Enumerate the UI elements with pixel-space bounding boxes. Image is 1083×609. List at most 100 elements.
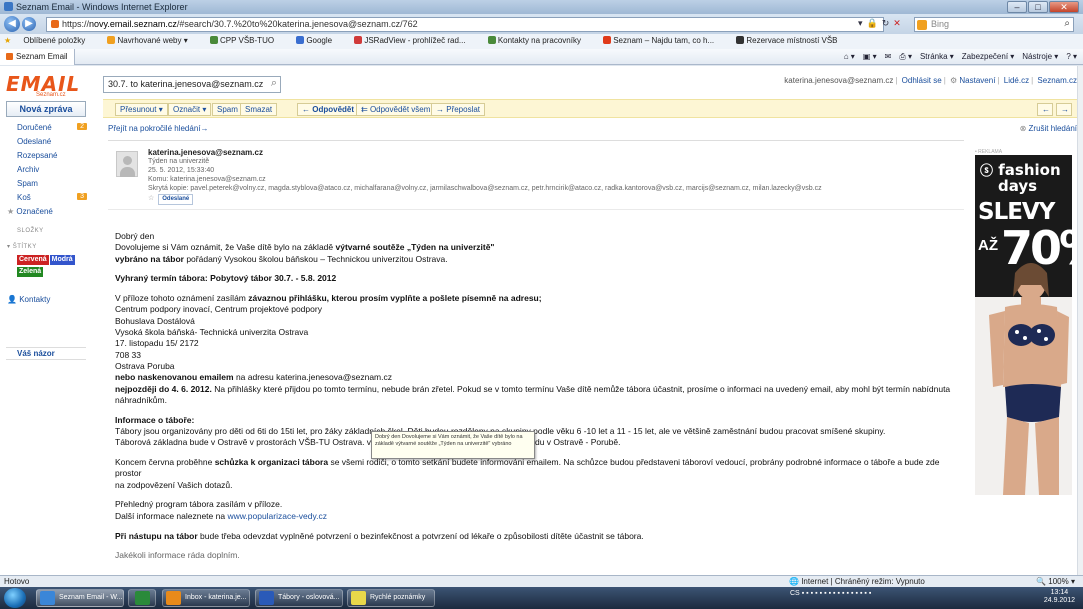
search-value: 30.7. to katerina.jenesova@seznam.cz	[108, 79, 264, 89]
cmd-security[interactable]: Zabezpečení ▾	[962, 52, 1015, 62]
advanced-search-link[interactable]: Přejít na pokročilé hledání→	[108, 124, 209, 133]
mail-search-input[interactable]: 30.7. to katerina.jenesova@seznam.cz ⌕	[103, 76, 281, 93]
trash-count-badge: 3	[77, 193, 87, 200]
favorite-google[interactable]: Google	[296, 36, 342, 45]
task-ie[interactable]: Seznam Email - W...	[36, 589, 124, 607]
print-icon[interactable]: ⎙ ▾	[899, 52, 912, 62]
folder-trash[interactable]: Koš 3	[17, 193, 87, 202]
bing-search-box[interactable]: Bing ⌕	[914, 17, 1074, 32]
help-icon[interactable]: ? ▾	[1066, 52, 1077, 62]
suggested-sites-icon	[107, 36, 116, 44]
email-logo[interactable]: EMAIL Seznam.cz	[6, 72, 82, 98]
home-icon[interactable]: ⌂ ▾	[844, 52, 855, 62]
lide-link[interactable]: Lidé.cz	[1004, 76, 1029, 85]
task-sticky-notes[interactable]: Rychlé poznámky	[347, 589, 435, 607]
body-more-info: Další informace naleznete na www.popular…	[115, 510, 327, 521]
reply-button[interactable]: ← Odpovědět	[297, 103, 360, 116]
folder-inbox[interactable]: Doručené 2	[17, 123, 87, 132]
page-icon	[354, 36, 363, 44]
new-mail-button[interactable]: Nová zpráva	[6, 101, 86, 117]
feedback-link[interactable]: Váš názor	[6, 347, 86, 360]
close-window-button[interactable]: ✕	[1049, 1, 1079, 13]
globe-icon: 🌐	[789, 577, 799, 586]
cmd-tools[interactable]: Nástroje ▾	[1022, 52, 1058, 62]
dropdown-icon[interactable]: ▾	[858, 18, 863, 29]
sender[interactable]: katerina.jenesova@seznam.cz	[148, 148, 958, 157]
lock-icon[interactable]: 🔒	[867, 18, 878, 29]
forward-icon[interactable]: ▶	[22, 17, 36, 31]
stop-icon[interactable]: ✕	[893, 18, 901, 29]
settings-link[interactable]: Nastavení	[959, 76, 995, 85]
mail-icon[interactable]: ✉	[885, 52, 892, 62]
search-icon[interactable]: ⌕	[271, 77, 277, 90]
section-labels[interactable]: ▾ ŠTÍTKY	[7, 243, 37, 250]
back-icon[interactable]: ◀	[4, 16, 20, 32]
folder-archive[interactable]: Archiv	[17, 165, 87, 174]
favorite-kontakty[interactable]: Kontakty na pracovníky	[487, 36, 591, 45]
feeds-icon[interactable]: ▣ ▾	[863, 52, 877, 62]
body-addr-line: Vysoká škola báňská- Technická univerzit…	[115, 327, 309, 338]
search-icon[interactable]: ⌕	[1064, 18, 1070, 29]
delete-button[interactable]: Smazat	[240, 103, 278, 116]
refresh-icon[interactable]: ↻	[882, 18, 890, 29]
security-zone[interactable]: 🌐 Internet | Chráněný režim: Vypnuto	[789, 577, 925, 586]
minimize-button[interactable]: –	[1007, 1, 1027, 13]
site-favicon-icon	[6, 53, 13, 60]
folder-sent[interactable]: Odeslané	[17, 137, 87, 146]
clock[interactable]: 13:14 24.9.2012	[1044, 589, 1075, 605]
folder-flagged[interactable]: ★ Označené	[7, 207, 77, 216]
person-icon: 👤	[7, 295, 17, 304]
label-blue[interactable]: Modrá	[49, 255, 75, 265]
avatar	[116, 151, 138, 177]
address-bar[interactable]: https://novy.email.seznam.cz/#search/30.…	[46, 17, 884, 32]
page-scrollbar[interactable]	[1077, 66, 1083, 575]
favorite-cpp[interactable]: CPP VŠB-TUO	[209, 36, 284, 45]
folder-badge[interactable]: Odeslané	[158, 194, 194, 205]
reply-all-button[interactable]: ⇇ Odpovědět všem	[356, 103, 436, 116]
reply-icon: ←	[302, 105, 310, 114]
window-title: Seznam Email - Windows Internet Explorer	[16, 2, 188, 12]
body-deadline: nejpozději do 4. 6. 2012. Na přihlášky k…	[115, 383, 951, 405]
cancel-search-link[interactable]: ⊗ Zrušit hledání	[1020, 124, 1077, 133]
google-icon	[296, 36, 305, 44]
task-outlook[interactable]: Inbox - katerina.je...	[162, 589, 250, 607]
website-link[interactable]: www.popularizace-vedy.cz	[227, 511, 327, 521]
zoom-control[interactable]: 🔍 100% ▾	[1036, 577, 1075, 586]
body-addr-line: 17. listopadu 15/ 2172	[115, 338, 199, 349]
start-button[interactable]	[4, 588, 26, 608]
favorite-rezervace[interactable]: Rezervace místností VŠB	[736, 36, 847, 45]
contacts-link[interactable]: 👤 Kontakty	[7, 295, 77, 304]
command-bar: ⌂ ▾ ▣ ▾ ✉ ⎙ ▾ Stránka ▾ Zabezpečení ▾ Ná…	[844, 52, 1077, 62]
folder-drafts[interactable]: Rozepsané	[17, 151, 87, 160]
task-excel[interactable]	[128, 589, 156, 607]
favorites-button[interactable]: ★ Oblíbené položky	[4, 36, 95, 45]
cmd-page[interactable]: Stránka ▾	[920, 52, 954, 62]
logout-link[interactable]: Odhlásit se	[902, 76, 942, 85]
star-icon[interactable]: ☆	[148, 195, 154, 202]
spam-button[interactable]: Spam	[212, 103, 243, 116]
tray-icons[interactable]: ▪▪▪▪▪▪▪▪▪▪▪▪▪▪▪▪	[802, 590, 874, 597]
prev-message-button[interactable]: ←	[1037, 103, 1053, 116]
url-prefix: https://	[62, 19, 90, 29]
body-term: Vyhraný termín tábora: Pobytový tábor 30…	[115, 273, 337, 284]
move-button[interactable]: Přesunout ▾	[115, 103, 168, 116]
label-green[interactable]: Zelená	[17, 267, 44, 277]
forward-button[interactable]: → Přeposlat	[431, 103, 486, 116]
favorite-jsradview[interactable]: JSRadView - prohlížeč rad...	[354, 36, 475, 45]
folder-spam[interactable]: Spam	[17, 179, 87, 188]
label-red[interactable]: Červená	[17, 255, 49, 265]
user-bar: katerina.jenesova@seznam.cz | Odhlásit se…	[784, 76, 1077, 85]
favorite-seznam[interactable]: Seznam – Najdu tam, co h...	[603, 36, 724, 45]
maximize-button[interactable]: □	[1028, 1, 1048, 13]
language-indicator[interactable]: CS	[790, 590, 800, 597]
next-message-button[interactable]: →	[1056, 103, 1072, 116]
favorite-suggested[interactable]: Navrhované weby ▾	[107, 36, 197, 45]
body-info-heading: Informace o táboře:	[115, 414, 195, 425]
bing-placeholder: Bing	[931, 19, 950, 29]
mark-button[interactable]: Označit ▾	[168, 103, 212, 116]
fashion-days-banner[interactable]: ⓢ fashiondays SLEVY AŽ 70%	[975, 155, 1072, 495]
body-meeting: Koncem června proběhne schůzka k organiz…	[115, 457, 940, 479]
seznam-link[interactable]: Seznam.cz	[1037, 76, 1077, 85]
task-word[interactable]: Tábory - oslovová...	[255, 589, 343, 607]
tab-seznam-email[interactable]: Seznam Email	[0, 49, 75, 65]
